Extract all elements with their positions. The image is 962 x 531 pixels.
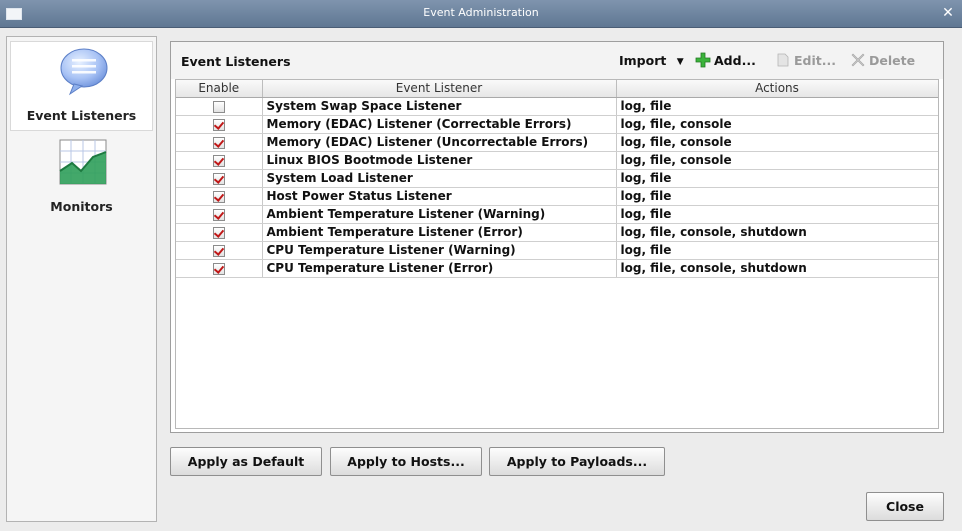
listener-name-cell: Host Power Status Listener <box>262 187 617 206</box>
window-title: Event Administration <box>423 6 539 19</box>
table-header-row: Enable Event Listener Actions <box>176 80 938 98</box>
chevron-down-icon: ▼ <box>676 57 684 67</box>
actions-cell: log, file <box>616 97 938 116</box>
speech-bubble-icon <box>60 48 108 96</box>
table-row[interactable]: Memory (EDAC) Listener (Uncorrectable Er… <box>176 133 938 152</box>
enable-cell <box>176 115 263 134</box>
apply-as-default-button[interactable]: Apply as Default <box>170 447 322 476</box>
add-button[interactable]: Add... <box>714 53 756 68</box>
sidebar-item-label: Monitors <box>50 199 113 214</box>
column-header-enable[interactable]: Enable <box>176 80 263 98</box>
close-icon[interactable]: ✕ <box>940 5 956 21</box>
actions-cell: log, file <box>616 187 938 206</box>
enable-checkbox[interactable] <box>212 244 225 257</box>
actions-cell: log, file, console <box>616 115 938 134</box>
event-listeners-panel: Event Listeners Import ▼ Add... Edit... … <box>170 41 944 433</box>
import-menu-button[interactable]: Import ▼ <box>619 53 684 68</box>
actions-cell: log, file, console, shutdown <box>616 223 938 242</box>
apply-to-payloads-button[interactable]: Apply to Payloads... <box>489 447 665 476</box>
table-row[interactable]: Host Power Status Listener log, file <box>176 187 938 206</box>
actions-cell: log, file, console <box>616 133 938 152</box>
enable-checkbox[interactable] <box>212 262 225 275</box>
enable-cell <box>176 223 263 242</box>
actions-cell: log, file <box>616 169 938 188</box>
enable-checkbox[interactable] <box>212 154 225 167</box>
delete-icon <box>851 53 865 67</box>
sidebar-item-monitors[interactable]: Monitors <box>10 133 153 223</box>
plus-icon <box>695 52 711 68</box>
table-row[interactable]: Memory (EDAC) Listener (Correctable Erro… <box>176 115 938 134</box>
actions-cell: log, file, console, shutdown <box>616 259 938 278</box>
close-button[interactable]: Close <box>866 492 944 521</box>
table-row[interactable]: CPU Temperature Listener (Warning) log, f… <box>176 241 938 260</box>
sidebar-item-label: Event Listeners <box>26 108 137 123</box>
enable-cell <box>176 205 263 224</box>
table-row[interactable]: CPU Temperature Listener (Error) log, fil… <box>176 259 938 278</box>
enable-checkbox[interactable] <box>212 226 225 239</box>
table-body: System Swap Space Listener log, file Memor… <box>176 97 938 278</box>
sidebar-item-event-listeners[interactable]: Event Listeners <box>10 41 153 131</box>
listener-name-cell: CPU Temperature Listener (Error) <box>262 259 617 278</box>
panel-header: Event Listeners Import ▼ Add... Edit... … <box>171 42 943 79</box>
actions-cell: log, file <box>616 205 938 224</box>
enable-cell <box>176 241 263 260</box>
title-bar[interactable]: Event Administration ✕ <box>0 0 962 28</box>
column-header-event-listener[interactable]: Event Listener <box>262 80 617 98</box>
table-row[interactable]: System Load Listener log, file <box>176 169 938 188</box>
listener-name-cell: Ambient Temperature Listener (Warning) <box>262 205 617 224</box>
listener-name-cell: System Swap Space Listener <box>262 97 617 116</box>
listener-name-cell: Ambient Temperature Listener (Error) <box>262 223 617 242</box>
enable-checkbox[interactable] <box>212 208 225 221</box>
enable-cell <box>176 97 263 116</box>
edit-button[interactable]: Edit... <box>794 53 836 68</box>
import-label: Import <box>619 53 667 68</box>
category-sidebar: Event Listeners Monitors <box>6 36 157 522</box>
delete-button[interactable]: Delete <box>869 53 915 68</box>
enable-checkbox[interactable] <box>212 100 225 113</box>
chart-grid-icon <box>59 139 107 185</box>
apply-to-hosts-button[interactable]: Apply to Hosts... <box>330 447 482 476</box>
enable-cell <box>176 151 263 170</box>
table-row[interactable]: System Swap Space Listener log, file <box>176 97 938 116</box>
enable-checkbox[interactable] <box>212 172 225 185</box>
table-row[interactable]: Ambient Temperature Listener (Error) log,… <box>176 223 938 242</box>
enable-checkbox[interactable] <box>212 190 225 203</box>
edit-icon <box>777 53 789 67</box>
table-row[interactable]: Ambient Temperature Listener (Warning) lo… <box>176 205 938 224</box>
listener-toolbar: Import ▼ Add... Edit... Delete <box>619 51 931 71</box>
column-header-actions[interactable]: Actions <box>616 80 938 98</box>
listener-name-cell: Linux BIOS Bootmode Listener <box>262 151 617 170</box>
listener-name-cell: System Load Listener <box>262 169 617 188</box>
table-row[interactable]: Linux BIOS Bootmode Listener log, file, c… <box>176 151 938 170</box>
enable-cell <box>176 259 263 278</box>
listener-name-cell: Memory (EDAC) Listener (Uncorrectable Er… <box>262 133 617 152</box>
actions-cell: log, file <box>616 241 938 260</box>
panel-title: Event Listeners <box>181 54 291 69</box>
listener-name-cell: Memory (EDAC) Listener (Correctable Erro… <box>262 115 617 134</box>
enable-cell <box>176 169 263 188</box>
listener-name-cell: CPU Temperature Listener (Warning) <box>262 241 617 260</box>
enable-checkbox[interactable] <box>212 136 225 149</box>
enable-cell <box>176 187 263 206</box>
listener-table[interactable]: Enable Event Listener Actions System Swa… <box>175 79 939 429</box>
enable-checkbox[interactable] <box>212 118 225 131</box>
enable-cell <box>176 133 263 152</box>
event-administration-window: Event Administration ✕ Event Listeners M… <box>0 0 962 531</box>
actions-cell: log, file, console <box>616 151 938 170</box>
